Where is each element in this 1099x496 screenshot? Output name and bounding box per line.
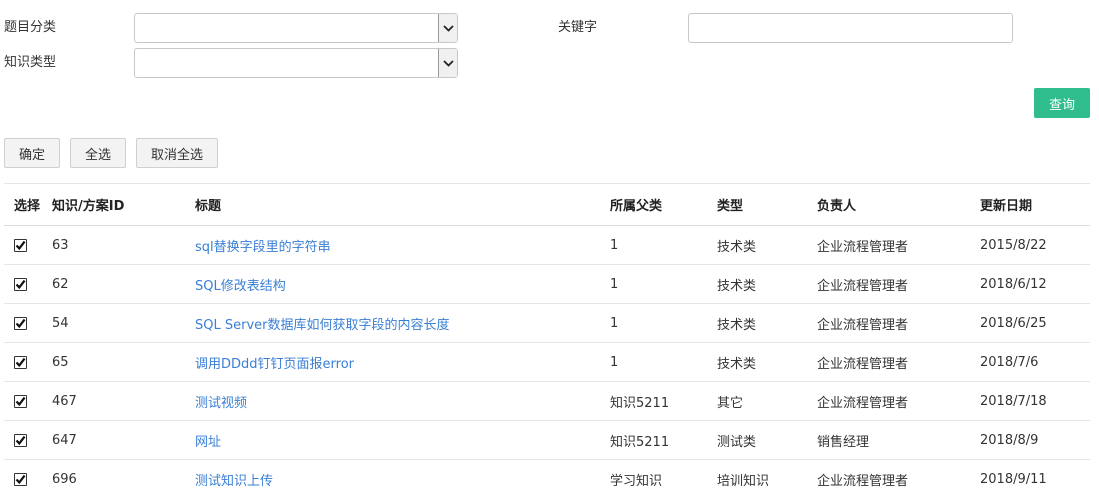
header-parent: 所属父类 [610, 199, 663, 214]
row-parent: 知识5211 [610, 395, 670, 411]
row-select-cell [14, 382, 27, 420]
deselect-all-button[interactable]: 取消全选 [136, 138, 218, 168]
knowledge-type-select[interactable] [134, 48, 458, 78]
category-select[interactable] [134, 13, 458, 43]
row-title-link[interactable]: SQL Server数据库如何获取字段的内容长度 [195, 314, 450, 333]
row-date: 2018/8/9 [980, 432, 1039, 448]
row-parent: 1 [610, 315, 619, 331]
row-select-cell [14, 304, 27, 342]
row-id: 62 [52, 276, 69, 292]
header-select: 选择 [14, 199, 41, 214]
row-parent: 1 [610, 276, 619, 292]
table-row: 65 调用DDdd钉钉页面报error 1 技术类 企业流程管理者 2018/7/6 [4, 343, 1090, 382]
row-title-cell: SQL修改表结构 [195, 265, 286, 303]
row-title-cell: 调用DDdd钉钉页面报error [195, 343, 354, 381]
row-checkbox[interactable] [14, 277, 27, 291]
row-id: 54 [52, 315, 69, 331]
checkmark-icon [15, 318, 26, 329]
row-parent: 1 [610, 237, 619, 253]
row-id: 65 [52, 354, 69, 370]
row-owner: 企业流程管理者 [817, 473, 909, 489]
row-id: 696 [52, 471, 77, 487]
row-owner: 企业流程管理者 [817, 278, 909, 294]
checkmark-icon [15, 357, 26, 368]
header-id: 知识/方案ID [52, 199, 125, 214]
checkmark-icon [15, 396, 26, 407]
row-owner: 企业流程管理者 [817, 395, 909, 411]
table-row: 467 测试视频 知识5211 其它 企业流程管理者 2018/7/18 [4, 382, 1090, 421]
checkmark-icon [15, 240, 26, 251]
row-title-cell: 网址 [195, 421, 221, 459]
row-type: 技术类 [717, 278, 757, 294]
row-select-cell [14, 265, 27, 303]
row-id: 63 [52, 237, 69, 253]
row-parent: 知识5211 [610, 434, 670, 450]
row-title-cell: sql替换字段里的字符串 [195, 226, 331, 264]
row-type: 测试类 [717, 434, 757, 450]
row-date: 2018/7/18 [980, 393, 1047, 409]
select-all-button[interactable]: 全选 [70, 138, 126, 168]
row-checkbox[interactable] [14, 394, 27, 408]
keyword-input[interactable] [688, 13, 1013, 43]
row-select-cell [14, 421, 27, 459]
row-date: 2018/7/6 [980, 354, 1039, 370]
header-title: 标题 [195, 199, 222, 214]
row-title-cell: 测试知识上传 [195, 460, 273, 496]
query-button[interactable]: 查询 [1034, 88, 1090, 118]
checkmark-icon [15, 279, 26, 290]
row-checkbox[interactable] [14, 238, 27, 252]
row-title-link[interactable]: 测试视频 [195, 392, 247, 411]
knowledge-table: 选择 知识/方案ID 标题 所属父类 类型 负责人 更新日期 63 sql替换字段… [4, 183, 1090, 496]
row-owner: 企业流程管理者 [817, 356, 909, 372]
row-checkbox[interactable] [14, 316, 27, 330]
row-id: 647 [52, 432, 77, 448]
row-parent: 学习知识 [610, 473, 663, 489]
header-date: 更新日期 [980, 199, 1033, 214]
table-row: 647 网址 知识5211 测试类 销售经理 2018/8/9 [4, 421, 1090, 460]
row-owner: 企业流程管理者 [817, 317, 909, 333]
row-title-cell: 测试视频 [195, 382, 247, 420]
table-row: 696 测试知识上传 学习知识 培训知识 企业流程管理者 2018/9/11 [4, 460, 1090, 496]
keyword-label: 关键字 [558, 20, 598, 35]
row-title-cell: SQL Server数据库如何获取字段的内容长度 [195, 304, 450, 342]
row-select-cell [14, 226, 27, 264]
row-type: 其它 [717, 395, 744, 411]
confirm-button[interactable]: 确定 [4, 138, 60, 168]
row-title-link[interactable]: 调用DDdd钉钉页面报error [195, 353, 354, 372]
table-row: 63 sql替换字段里的字符串 1 技术类 企业流程管理者 2015/8/22 [4, 226, 1090, 265]
row-owner: 销售经理 [817, 434, 870, 450]
row-title-link[interactable]: 测试知识上传 [195, 470, 273, 489]
chevron-down-icon[interactable] [438, 49, 457, 77]
row-date: 2018/6/25 [980, 315, 1047, 331]
row-type: 技术类 [717, 317, 757, 333]
row-id: 467 [52, 393, 77, 409]
row-title-link[interactable]: 网址 [195, 431, 221, 450]
table-header-row: 选择 知识/方案ID 标题 所属父类 类型 负责人 更新日期 [4, 183, 1090, 226]
header-owner: 负责人 [817, 199, 857, 214]
category-label: 题目分类 [4, 20, 57, 35]
checkmark-icon [15, 474, 26, 485]
table-row: 54 SQL Server数据库如何获取字段的内容长度 1 技术类 企业流程管理者 201… [4, 304, 1090, 343]
row-title-link[interactable]: SQL修改表结构 [195, 275, 286, 294]
row-date: 2015/8/22 [980, 237, 1047, 253]
row-date: 2018/9/11 [980, 471, 1047, 487]
row-checkbox[interactable] [14, 355, 27, 369]
knowledge-type-label: 知识类型 [4, 55, 57, 70]
row-date: 2018/6/12 [980, 276, 1047, 292]
row-type: 培训知识 [717, 473, 770, 489]
row-type: 技术类 [717, 356, 757, 372]
checkmark-icon [15, 435, 26, 446]
header-type: 类型 [717, 199, 744, 214]
row-select-cell [14, 343, 27, 381]
row-checkbox[interactable] [14, 472, 27, 486]
row-owner: 企业流程管理者 [817, 239, 909, 255]
chevron-down-icon[interactable] [438, 14, 457, 42]
row-type: 技术类 [717, 239, 757, 255]
table-row: 62 SQL修改表结构 1 技术类 企业流程管理者 2018/6/12 [4, 265, 1090, 304]
row-checkbox[interactable] [14, 433, 27, 447]
row-parent: 1 [610, 354, 619, 370]
row-title-link[interactable]: sql替换字段里的字符串 [195, 236, 331, 255]
row-select-cell [14, 460, 27, 496]
